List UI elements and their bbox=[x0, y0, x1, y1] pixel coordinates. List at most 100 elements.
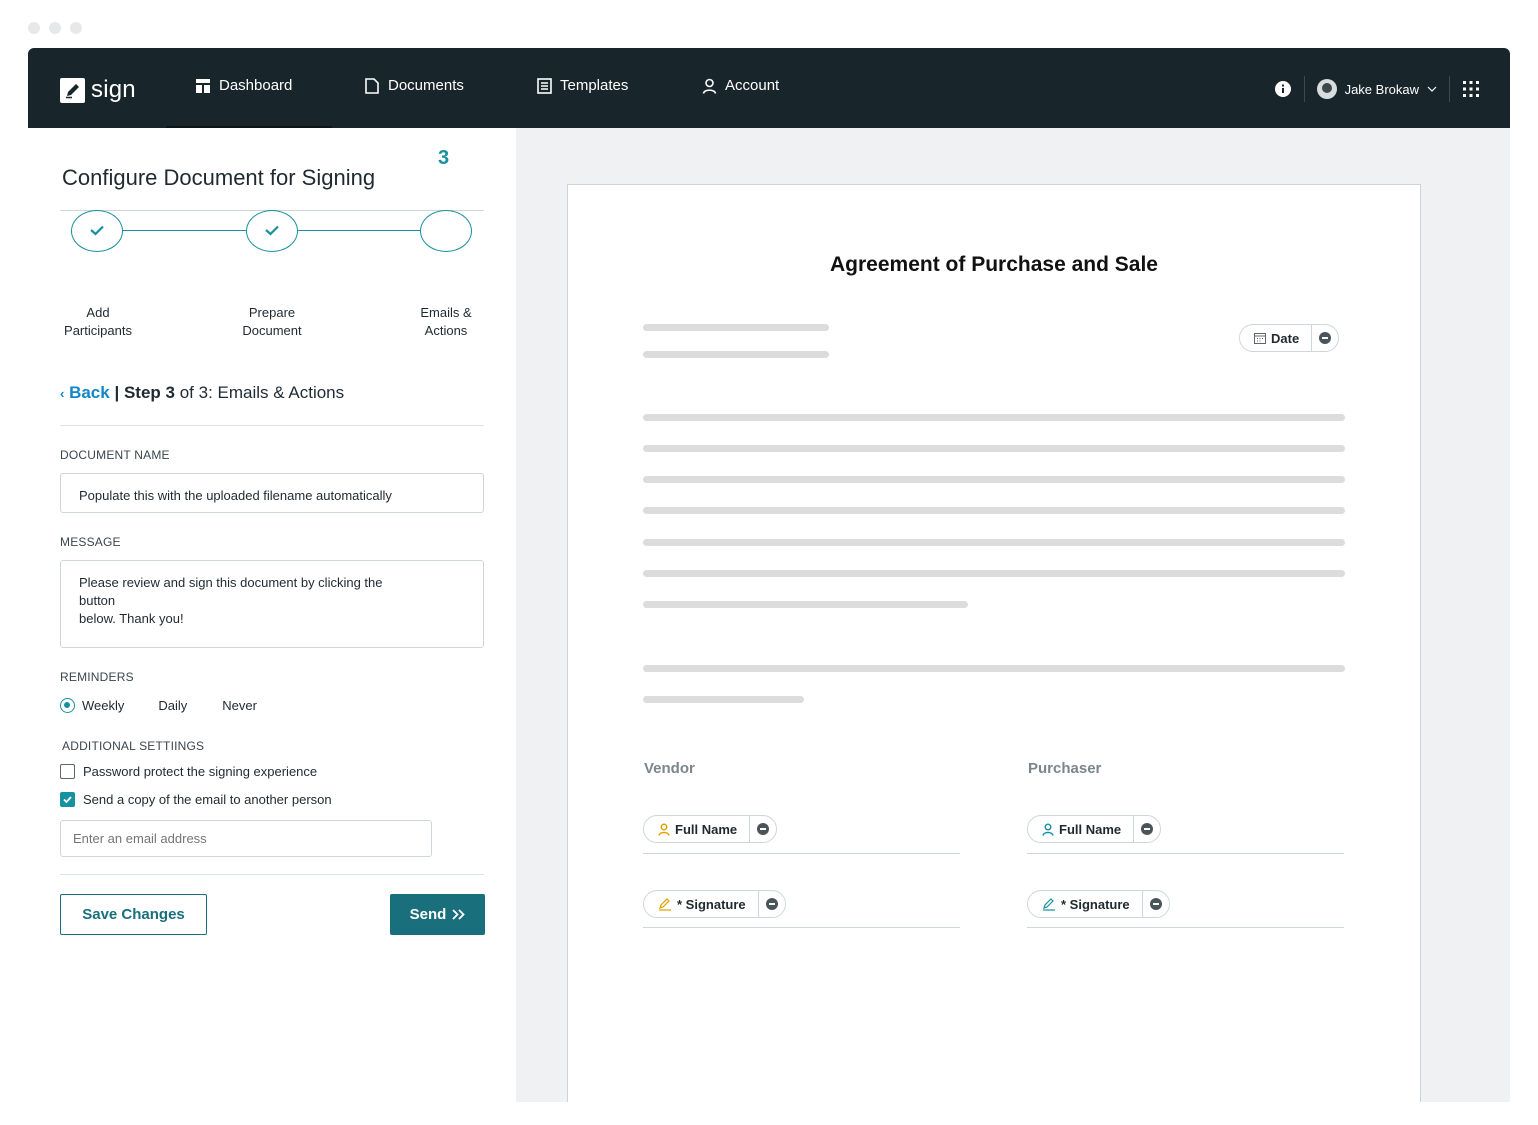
nav-documents[interactable]: Documents bbox=[364, 77, 464, 94]
user-icon bbox=[1042, 823, 1054, 836]
purchaser-label: Purchaser bbox=[1028, 760, 1102, 777]
divider bbox=[60, 874, 484, 875]
nav-account[interactable]: Account bbox=[702, 77, 779, 94]
message-line: Please review and sign this document by … bbox=[79, 575, 383, 590]
additional-settings-label: ADDITIONAL SETTIINGS bbox=[62, 739, 205, 753]
step-label-line: Emails & bbox=[420, 305, 472, 320]
purchaser-signature-main[interactable]: * Signature bbox=[1028, 891, 1143, 917]
remove-field-button[interactable] bbox=[1312, 332, 1338, 344]
reminders-label: REMINDERS bbox=[60, 670, 134, 684]
remove-field-button[interactable] bbox=[750, 823, 776, 835]
password-protect-checkbox[interactable] bbox=[60, 764, 75, 779]
stepper-connector bbox=[298, 230, 420, 231]
placeholder-text-line bbox=[643, 414, 1345, 421]
divider bbox=[60, 425, 484, 426]
page-title: Configure Document for Signing bbox=[62, 165, 376, 190]
email-address-input[interactable] bbox=[60, 820, 432, 857]
minus-circle-icon bbox=[1141, 823, 1154, 835]
check-icon bbox=[90, 225, 104, 236]
signature-label: * Signature bbox=[1061, 896, 1130, 912]
app-grid-icon[interactable] bbox=[1462, 80, 1480, 98]
user-menu[interactable]: Jake Brokaw bbox=[1316, 79, 1437, 99]
signature-line bbox=[1027, 927, 1344, 928]
window-dot-minimize[interactable] bbox=[49, 22, 61, 34]
template-icon bbox=[537, 77, 552, 94]
nav-templates[interactable]: Templates bbox=[537, 77, 628, 94]
radio-never-label[interactable]: Never bbox=[222, 698, 257, 713]
password-protect-label: Password protect the signing experience bbox=[83, 764, 318, 779]
date-field-label: Date bbox=[1271, 330, 1300, 346]
app-frame: sign Dashboard Documents Templates Accou… bbox=[28, 48, 1510, 1102]
pen-icon bbox=[659, 897, 671, 911]
nav-dashboard-label: Dashboard bbox=[219, 77, 293, 94]
date-field-chip[interactable]: Date bbox=[1239, 324, 1340, 352]
purchaser-full-name-chip[interactable]: Full Name bbox=[1027, 815, 1162, 843]
window-controls bbox=[28, 22, 82, 34]
nav-divider bbox=[1449, 76, 1450, 102]
minus-circle-icon bbox=[757, 823, 770, 835]
radio-daily-label[interactable]: Daily bbox=[158, 698, 187, 713]
vendor-full-name-main[interactable]: Full Name bbox=[644, 816, 751, 842]
window-dot-close[interactable] bbox=[28, 22, 40, 34]
remove-field-button[interactable] bbox=[1134, 823, 1160, 835]
document-name-label: DOCUMENT NAME bbox=[60, 448, 170, 462]
pen-icon bbox=[1043, 897, 1055, 911]
back-link[interactable]: ‹ Back bbox=[60, 383, 110, 402]
document-preview: Agreement of Purchase and Sale Date Vend… bbox=[567, 184, 1421, 1102]
vendor-signature-chip[interactable]: * Signature bbox=[643, 890, 786, 918]
calendar-icon bbox=[1254, 333, 1266, 344]
message-label: MESSAGE bbox=[60, 535, 121, 549]
full-name-label: Full Name bbox=[675, 821, 738, 837]
purchaser-signature-chip[interactable]: * Signature bbox=[1027, 890, 1170, 918]
minus-circle-icon bbox=[1319, 332, 1332, 344]
placeholder-text-line bbox=[643, 324, 829, 331]
double-chevron-right-icon bbox=[452, 909, 466, 920]
password-protect-option[interactable]: Password protect the signing experience bbox=[60, 764, 317, 779]
radio-weekly-label[interactable]: Weekly bbox=[82, 698, 124, 713]
vendor-label: Vendor bbox=[644, 760, 695, 777]
minus-circle-icon bbox=[765, 898, 778, 910]
nav-dashboard[interactable]: Dashboard bbox=[195, 77, 292, 94]
message-line: button bbox=[79, 593, 116, 608]
step-label-line: Actions bbox=[424, 323, 468, 338]
send-copy-label: Send a copy of the email to another pers… bbox=[83, 792, 332, 807]
user-name: Jake Brokaw bbox=[1344, 81, 1419, 97]
date-field-main[interactable]: Date bbox=[1240, 325, 1313, 351]
reminders-radio-group: Weekly Daily Never bbox=[60, 698, 257, 713]
logo[interactable]: sign bbox=[60, 76, 136, 104]
purchaser-full-name-main[interactable]: Full Name bbox=[1028, 816, 1135, 842]
window-dot-maximize[interactable] bbox=[70, 22, 82, 34]
radio-weekly[interactable] bbox=[60, 698, 75, 713]
vendor-signature-main[interactable]: * Signature bbox=[644, 891, 759, 917]
minus-circle-icon bbox=[1149, 898, 1162, 910]
remove-field-button[interactable] bbox=[1143, 898, 1169, 910]
step-label-line: Document bbox=[242, 323, 302, 338]
remove-field-button[interactable] bbox=[759, 898, 785, 910]
send-copy-checkbox[interactable] bbox=[60, 792, 75, 807]
nav-right: Jake Brokaw bbox=[1274, 76, 1480, 102]
document-name-input[interactable]: Populate this with the uploaded filename… bbox=[60, 473, 484, 513]
signature-line bbox=[643, 927, 960, 928]
info-icon[interactable] bbox=[1274, 80, 1292, 98]
placeholder-text-line bbox=[643, 601, 968, 608]
stepper-connector bbox=[123, 230, 246, 231]
step-circle-emails-actions[interactable] bbox=[420, 210, 472, 252]
nav-account-label: Account bbox=[725, 77, 780, 94]
step-circle-add-participants[interactable] bbox=[71, 210, 123, 252]
step-label-line: Prepare bbox=[248, 305, 296, 320]
send-copy-option[interactable]: Send a copy of the email to another pers… bbox=[60, 792, 332, 807]
logo-text: sign bbox=[91, 76, 136, 103]
message-textarea[interactable]: Please review and sign this document by … bbox=[60, 560, 484, 648]
signature-line bbox=[1027, 853, 1344, 854]
user-icon bbox=[658, 823, 670, 836]
send-button[interactable]: Send bbox=[390, 894, 485, 935]
avatar bbox=[1316, 79, 1337, 99]
save-changes-button[interactable]: Save Changes bbox=[60, 894, 207, 935]
full-name-label: Full Name bbox=[1059, 821, 1122, 837]
step-label-line: Participants bbox=[64, 323, 132, 338]
back-label: Back bbox=[69, 383, 110, 402]
user-icon bbox=[702, 78, 717, 94]
vendor-full-name-chip[interactable]: Full Name bbox=[643, 815, 778, 843]
step-circle-prepare-document[interactable] bbox=[246, 210, 298, 252]
placeholder-text-line bbox=[643, 351, 829, 358]
